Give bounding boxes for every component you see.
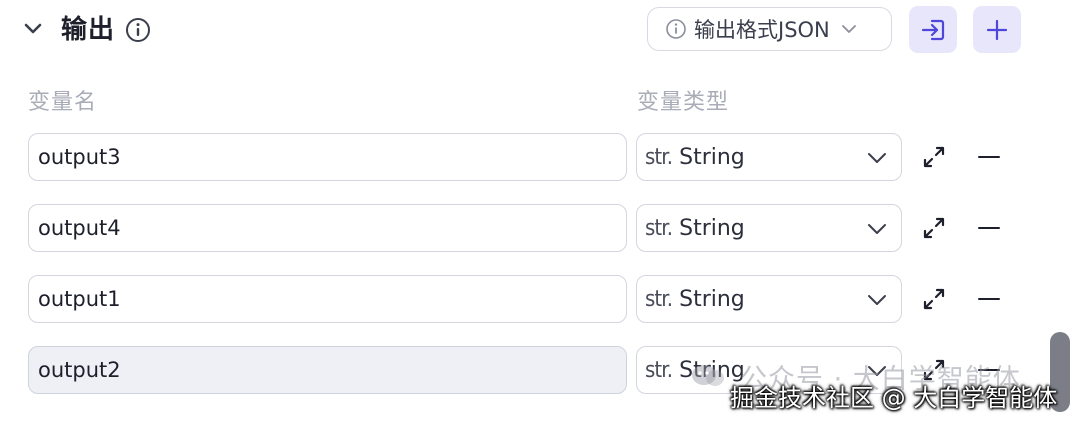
- minus-icon: [978, 156, 1000, 158]
- expand-arrows-icon: [923, 288, 945, 310]
- add-variable-button[interactable]: [973, 6, 1021, 53]
- string-type-icon: str.: [645, 357, 673, 383]
- remove-variable-button[interactable]: [976, 216, 1002, 240]
- minus-icon: [978, 227, 1000, 229]
- variable-row: str. String: [0, 204, 1040, 252]
- remove-variable-button[interactable]: [976, 145, 1002, 169]
- variable-row: str. String: [0, 133, 1040, 181]
- variable-type-select[interactable]: str. String: [636, 133, 902, 181]
- variable-name-input[interactable]: [28, 346, 627, 394]
- variable-name-column-header: 变量名: [28, 90, 98, 115]
- variable-name-input[interactable]: [28, 204, 627, 252]
- variable-name-input[interactable]: [28, 275, 627, 323]
- expand-button[interactable]: [920, 285, 948, 313]
- minus-icon: [978, 298, 1000, 300]
- variable-type-select[interactable]: str. String: [636, 275, 902, 323]
- variable-type-label: String: [679, 286, 745, 312]
- watermark-main-text: 掘金技术社区 @ 大白学智能体: [730, 384, 1058, 412]
- variable-type-column-header: 变量类型: [637, 90, 730, 115]
- import-button[interactable]: [909, 6, 957, 53]
- string-type-icon: str.: [645, 215, 673, 241]
- chevron-down-icon: [841, 25, 856, 33]
- chevron-down-icon: [868, 224, 886, 234]
- section-title: 输出: [61, 15, 116, 45]
- string-type-icon: str.: [645, 144, 673, 170]
- collapse-toggle[interactable]: [20, 16, 46, 42]
- expand-button[interactable]: [920, 214, 948, 242]
- import-icon: [921, 19, 945, 40]
- watermark-logo-icon: [692, 365, 724, 386]
- info-circle-icon[interactable]: [125, 17, 151, 43]
- variable-type-select[interactable]: str. String: [636, 204, 902, 252]
- chevron-down-icon: [868, 295, 886, 305]
- variable-row: str. String: [0, 275, 1040, 323]
- chevron-down-icon: [868, 153, 886, 163]
- output-section-header: 输出 输出格式JSON: [0, 0, 1080, 64]
- expand-arrows-icon: [923, 217, 945, 239]
- plus-icon: [986, 19, 1008, 40]
- chevron-down-icon: [24, 23, 42, 34]
- variable-name-input[interactable]: [28, 133, 627, 181]
- output-format-select[interactable]: 输出格式JSON: [647, 7, 892, 51]
- variable-type-label: String: [679, 215, 745, 241]
- info-circle-icon: [666, 19, 686, 39]
- output-format-label: 输出格式JSON: [694, 18, 830, 42]
- expand-button[interactable]: [920, 143, 948, 171]
- remove-variable-button[interactable]: [976, 287, 1002, 311]
- string-type-icon: str.: [645, 286, 673, 312]
- expand-arrows-icon: [923, 146, 945, 168]
- variable-type-label: String: [679, 144, 745, 170]
